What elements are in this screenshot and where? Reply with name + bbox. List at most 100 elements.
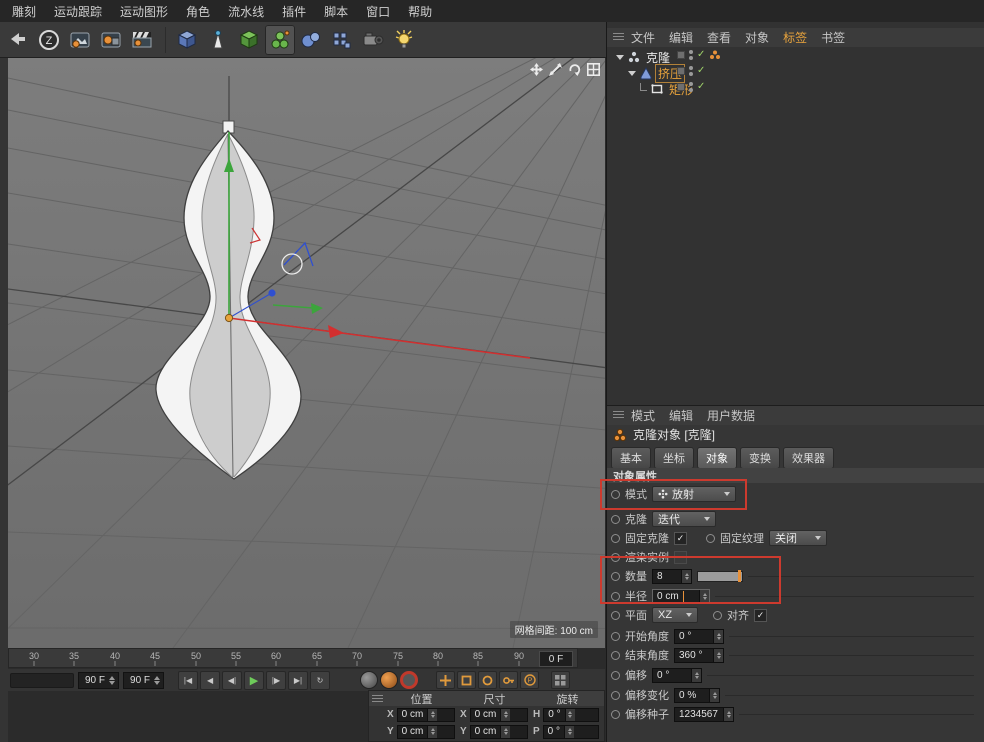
- enable-check-icon[interactable]: ✓: [697, 66, 705, 76]
- rotation-h-field[interactable]: 0 °: [543, 708, 599, 722]
- om-menu-file[interactable]: 文件: [631, 29, 655, 46]
- keyframe-circle-icon[interactable]: [611, 611, 620, 620]
- range-end-field[interactable]: 90 F: [78, 672, 119, 689]
- mode-dropdown[interactable]: 放射: [652, 486, 736, 502]
- object-name[interactable]: 克隆: [644, 49, 672, 66]
- metaball-tool-button[interactable]: [296, 25, 326, 55]
- keyframe-circle-icon[interactable]: [611, 651, 620, 660]
- render-instance-checkbox[interactable]: [674, 551, 687, 564]
- z-axis-arrow-icon[interactable]: [311, 303, 323, 314]
- layer-chip[interactable]: [677, 83, 685, 91]
- count-field[interactable]: 8: [652, 569, 692, 584]
- tab-effectors[interactable]: 效果器: [783, 447, 834, 469]
- keyframe-circle-icon[interactable]: [611, 691, 620, 700]
- menu-item-mograph[interactable]: 运动图形: [120, 3, 168, 20]
- tab-basic[interactable]: 基本: [611, 447, 651, 469]
- keyframe-selection-icon[interactable]: P: [520, 671, 539, 689]
- menu-item-window[interactable]: 窗口: [366, 3, 390, 20]
- enable-check-icon[interactable]: ✓: [697, 50, 705, 60]
- keyframe-circle-icon[interactable]: [713, 611, 722, 620]
- toggle-views-icon[interactable]: [586, 62, 600, 76]
- render-queue-button[interactable]: [127, 25, 157, 55]
- axis-gizmo[interactable]: [224, 132, 530, 358]
- end-angle-field[interactable]: 360 °: [674, 648, 724, 663]
- visibility-dots[interactable]: [689, 50, 693, 60]
- keyframe-circle-icon[interactable]: [611, 534, 620, 543]
- timeline-ruler[interactable]: 30 35 40 45 50 55 60 65 70 75 80 85 90 0…: [8, 648, 578, 668]
- panel-menu-icon[interactable]: [372, 695, 383, 704]
- keyframe-circle-icon[interactable]: [611, 710, 620, 719]
- menu-item-sculpt[interactable]: 雕刻: [12, 3, 36, 20]
- origin-handle[interactable]: [225, 314, 232, 321]
- pan-icon[interactable]: [529, 62, 543, 76]
- layer-chip[interactable]: [677, 67, 685, 75]
- visibility-dots[interactable]: [689, 82, 693, 92]
- menu-item-script[interactable]: 脚本: [324, 3, 348, 20]
- cube-tool-button[interactable]: [172, 25, 202, 55]
- depth-handle[interactable]: [268, 289, 275, 296]
- dolly-icon[interactable]: [548, 62, 562, 76]
- keyframe-circle-icon[interactable]: [611, 553, 620, 562]
- render-settings-icon[interactable]: [400, 671, 418, 689]
- zoom-z-button[interactable]: Z: [34, 25, 64, 55]
- keyframe-circle-icon[interactable]: [706, 534, 715, 543]
- radius-field[interactable]: 0 cm: [652, 589, 710, 604]
- keyframe-circle-icon[interactable]: [611, 490, 620, 499]
- count-slider[interactable]: [697, 571, 743, 582]
- expand-caret-icon[interactable]: [616, 55, 624, 60]
- render-picture-viewer-icon[interactable]: [380, 671, 398, 689]
- keyframe-circle-icon[interactable]: [611, 572, 620, 581]
- am-menu-userdata[interactable]: 用户数据: [707, 407, 755, 424]
- plane-dropdown[interactable]: XZ: [652, 607, 698, 623]
- autokey-icon[interactable]: [499, 671, 518, 689]
- current-frame-field[interactable]: 0 F: [539, 651, 573, 667]
- enable-check-icon[interactable]: ✓: [697, 82, 705, 92]
- menu-item-motion-tracker[interactable]: 运动跟踪: [54, 3, 102, 20]
- tab-coordinates[interactable]: 坐标: [654, 447, 694, 469]
- am-menu-mode[interactable]: 模式: [631, 407, 655, 424]
- previous-key-button[interactable]: ◀: [200, 671, 220, 690]
- z-axis[interactable]: [273, 305, 313, 308]
- start-angle-field[interactable]: 0 °: [674, 629, 724, 644]
- menu-item-help[interactable]: 帮助: [408, 3, 432, 20]
- render-view-icon[interactable]: [360, 671, 378, 689]
- tab-transform[interactable]: 变换: [740, 447, 780, 469]
- om-menu-objects[interactable]: 对象: [745, 29, 769, 46]
- previous-frame-button[interactable]: ◀|: [222, 671, 242, 690]
- menu-item-pipeline[interactable]: 流水线: [228, 3, 264, 20]
- menu-item-character[interactable]: 角色: [186, 3, 210, 20]
- loop-button[interactable]: ↻: [310, 671, 330, 690]
- keyframe-circle-icon[interactable]: [611, 671, 620, 680]
- snap-options-icon[interactable]: [551, 671, 570, 689]
- render-view-button[interactable]: [65, 25, 95, 55]
- align-checkbox[interactable]: ✓: [754, 609, 767, 622]
- am-menu-edit[interactable]: 编辑: [669, 407, 693, 424]
- cloner-tool-button[interactable]: [265, 25, 295, 55]
- tree-row-extrude[interactable]: 挤压 ✓: [607, 65, 984, 81]
- clones-dropdown[interactable]: 迭代: [652, 511, 716, 527]
- fix-texture-dropdown[interactable]: 关闭: [769, 530, 827, 546]
- keyframe-circle-icon[interactable]: [611, 632, 620, 641]
- layer-chip[interactable]: [677, 51, 685, 59]
- section-header[interactable]: 对象属性: [607, 468, 984, 483]
- rotate-icon[interactable]: [567, 62, 581, 76]
- offset-seed-field[interactable]: 1234567: [674, 707, 734, 722]
- size-x-field[interactable]: 0 cm: [470, 708, 528, 722]
- om-menu-edit[interactable]: 编辑: [669, 29, 693, 46]
- visibility-dots[interactable]: [689, 66, 693, 76]
- tree-row-rectangle[interactable]: 矩形 ✓: [607, 81, 984, 97]
- light-tool-button[interactable]: [389, 25, 419, 55]
- keyframe-circle-icon[interactable]: [611, 592, 620, 601]
- record-scale-icon[interactable]: [457, 671, 476, 689]
- rotation-p-field[interactable]: 0 °: [543, 725, 599, 739]
- generator-cube-button[interactable]: [234, 25, 264, 55]
- keyframe-circle-icon[interactable]: [611, 515, 620, 524]
- expand-caret-icon[interactable]: [628, 71, 636, 76]
- tree-row-cloner[interactable]: 克隆 ✓: [607, 49, 984, 65]
- om-menu-tags[interactable]: 标签: [783, 29, 807, 46]
- viewport-3d[interactable]: 网格间距: 100 cm: [8, 58, 605, 648]
- om-menu-view[interactable]: 查看: [707, 29, 731, 46]
- om-menu-bookmarks[interactable]: 书签: [821, 29, 845, 46]
- spline-pen-button[interactable]: [203, 25, 233, 55]
- record-rotation-icon[interactable]: [478, 671, 497, 689]
